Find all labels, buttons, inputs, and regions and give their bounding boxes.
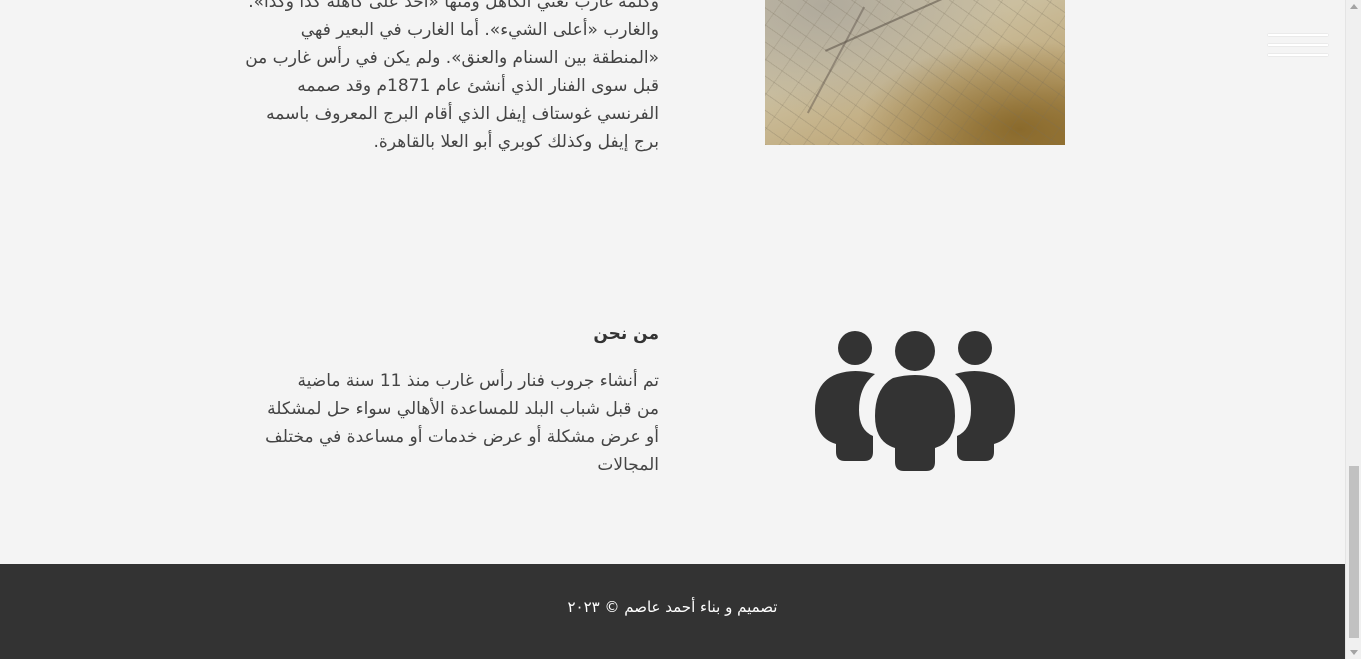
who-we-are-section: من نحن تم أنشاء جروب فنار رأس غارب منذ 1… — [189, 318, 659, 479]
about-line: الفرنسي غوستاف إيفل الذي أقام البرج المع… — [266, 104, 659, 124]
scrollbar-thumb[interactable] — [1349, 466, 1359, 638]
who-we-are-title: من نحن — [593, 324, 659, 344]
menu-bar — [1268, 54, 1328, 56]
about-line: والغارب «أعلى الشيء». أما الغارب في البع… — [300, 20, 659, 40]
vertical-scrollbar[interactable] — [1345, 0, 1361, 659]
hamburger-menu-icon[interactable] — [1268, 34, 1328, 58]
photo-road — [806, 6, 866, 114]
menu-bar — [1268, 34, 1328, 36]
who-line: من قبل شباب البلد للمساعدة الأهالي سواء … — [267, 399, 659, 419]
photo-road — [825, 0, 1046, 52]
site-footer: تصميم و بناء أحمد عاصم © ٢٠٢٣ — [0, 564, 1345, 659]
about-line: «المنطقة بين السنام والعنق». ولم يكن في … — [245, 48, 659, 68]
who-line: تم أنشاء جروب فنار رأس غارب منذ 11 سنة م… — [297, 371, 659, 391]
page: وكلمة غارب تعني الكاهل ومنها «أحد على كا… — [0, 0, 1345, 659]
menu-bar — [1268, 44, 1328, 46]
footer-credit: تصميم و بناء أحمد عاصم © ٢٠٢٣ — [567, 598, 778, 616]
about-line: وكلمة غارب تعني الكاهل ومنها «أحد على كا… — [248, 0, 659, 12]
group-people-icon — [815, 331, 1015, 471]
about-line: قبل سوى الفنار الذي أنشئ عام 1871م وقد ص… — [297, 76, 659, 96]
scroll-down-arrow-icon[interactable] — [1350, 650, 1358, 655]
about-line: برج إيفل وكذلك كوبري أبو العلا بالقاهرة. — [373, 132, 659, 152]
aerial-photo — [765, 0, 1065, 145]
scroll-up-arrow-icon[interactable] — [1350, 4, 1358, 9]
who-line: المجالات — [597, 455, 659, 475]
about-paragraph: وكلمة غارب تعني الكاهل ومنها «أحد على كا… — [189, 0, 659, 156]
who-line: أو عرض مشكلة أو عرض خدمات أو مساعدة في م… — [265, 427, 659, 447]
